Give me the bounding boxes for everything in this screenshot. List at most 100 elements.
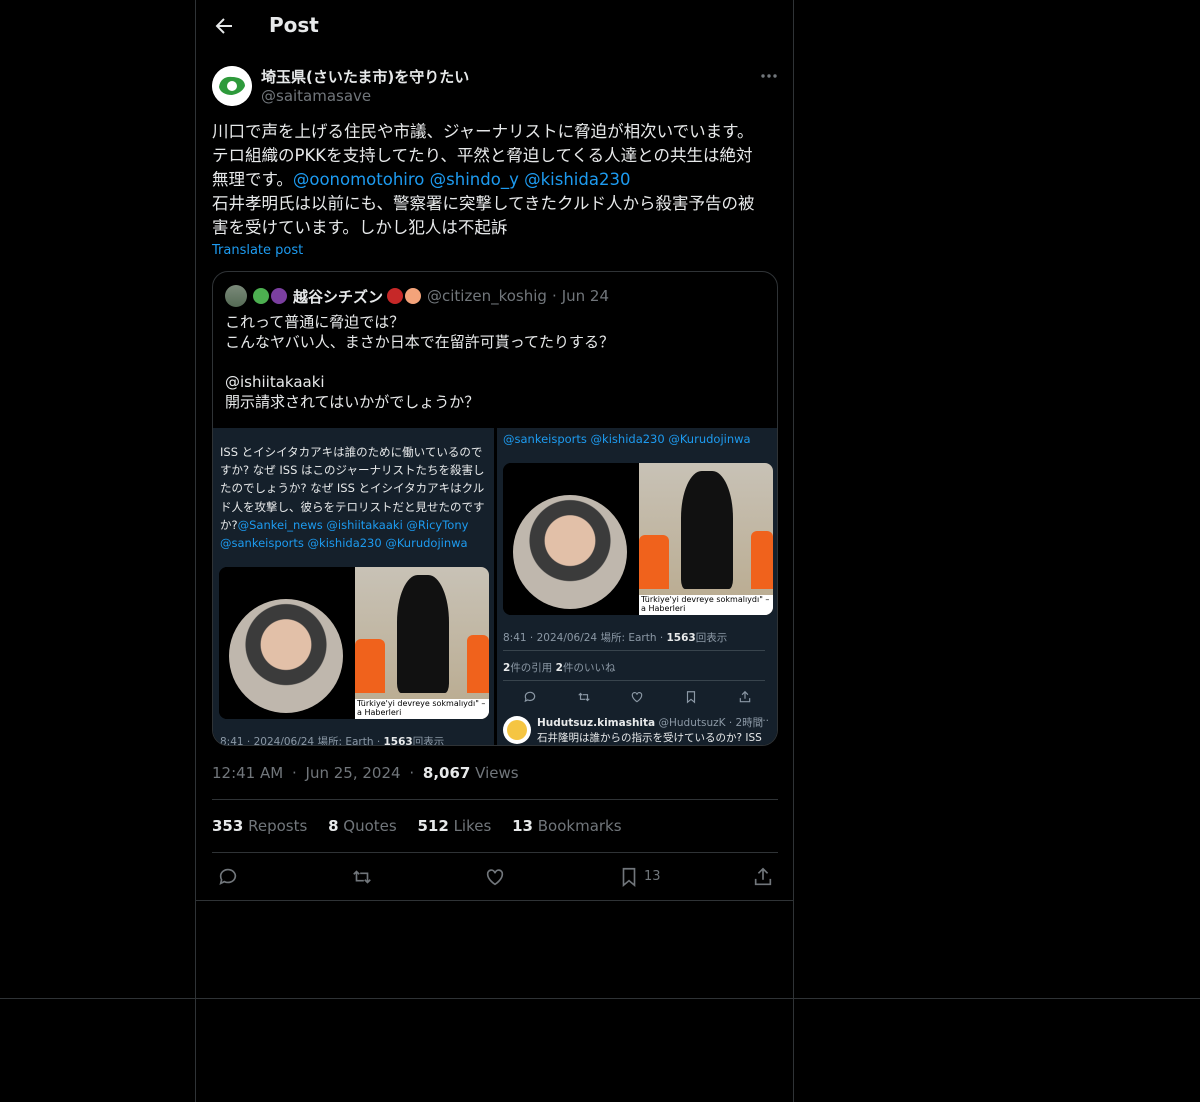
screenshot-views-label: 回表示: [412, 736, 445, 746]
photo-caption: Türkiye'yi devreye sokmalıydı" – a Haber…: [639, 595, 773, 615]
media-image-right[interactable]: @sankeisports @kishida230 @Kurudojinwa T…: [497, 428, 777, 745]
share-icon: [739, 690, 751, 703]
media-image-left[interactable]: ISS とイシイタカアキは誰のために働いているのですか? なぜ ISS はこのジ…: [213, 428, 494, 746]
reply-icon: [219, 868, 237, 885]
post-date[interactable]: Jun 25, 2024: [306, 764, 401, 782]
quoted-author-avatar[interactable]: [225, 285, 247, 307]
portrait-face: [229, 599, 343, 713]
mention-link[interactable]: @shindo_y: [430, 170, 519, 189]
figure-shape: [397, 575, 449, 693]
likes-stat[interactable]: 512 Likes: [417, 817, 491, 835]
photo-caption: Türkiye'yi devreye sokmalıydı" – a Haber…: [355, 699, 489, 719]
post-time[interactable]: 12:41 AM: [212, 764, 283, 782]
repost-icon: [353, 870, 371, 884]
screenshot-timestamp: 8:41 · 2024/06/24 場所: Earth ·: [503, 632, 667, 644]
more-options-icon: ···: [759, 715, 770, 727]
quoted-post-header: 越谷シチズン @citizen_koshig · Jun 24: [225, 285, 609, 307]
bookmark-icon: [622, 867, 636, 888]
views-count: 8,067: [422, 764, 471, 782]
reposts-count: 353: [212, 817, 244, 835]
views-label: Views: [475, 764, 519, 782]
cherries-emoji-icon: [387, 288, 404, 304]
screenshot-engagement: 2件の引用 2件のいいね: [503, 660, 615, 675]
separator: ·: [409, 764, 415, 782]
post-stats: 353 Reposts 8 Quotes 512 Likes 13 Bookma…: [212, 817, 638, 835]
quotes-stat[interactable]: 8 Quotes: [328, 817, 397, 835]
pleading-emoji-icon: [507, 720, 527, 740]
desert-photo: Türkiye'yi devreye sokmalıydı" – a Haber…: [355, 567, 489, 719]
screenshot-photo-pair: Türkiye'yi devreye sokmalıydı" – a Haber…: [503, 463, 773, 615]
screenshot-likes-label: 件のいいね: [562, 662, 616, 674]
screenshot-photo-pair: Türkiye'yi devreye sokmalıydı" – a Haber…: [219, 567, 489, 719]
share-button[interactable]: [752, 866, 774, 888]
likes-count: 512: [417, 817, 449, 835]
post-line: 石井孝明氏は以前にも、警察署に突撃してきたクルド人から殺害予告の被: [212, 194, 755, 213]
quoted-author-name[interactable]: 越谷シチズン: [293, 286, 383, 307]
more-options-icon[interactable]: [759, 66, 779, 86]
figure-shape: [639, 535, 669, 589]
screenshot-footer: 8:41 · 2024/06/24 場所: Earth · 1563回表示: [503, 630, 727, 645]
separator: ·: [551, 287, 557, 305]
figure-shape: [751, 531, 773, 589]
quoted-post[interactable]: 越谷シチズン @citizen_koshig · Jun 24 これって普通に脅…: [212, 271, 778, 746]
divider: [212, 799, 778, 800]
screenshot-footer: 8:41 · 2024/06/24 場所: Earth · 1563回表示: [220, 734, 445, 746]
screenshot-views: 1563: [383, 736, 413, 746]
post-meta: 12:41 AM · Jun 25, 2024 · 8,067 Views: [212, 764, 519, 782]
page-title: Post: [269, 13, 319, 37]
reposts-label: Reposts: [248, 817, 308, 835]
reply-author-name: Hudutsuz.kimashita: [537, 717, 656, 729]
reposts-stat[interactable]: 353 Reposts: [212, 817, 307, 835]
translate-post-link[interactable]: Translate post: [212, 243, 303, 258]
bookmarks-stat[interactable]: 13 Bookmarks: [512, 817, 621, 835]
like-button[interactable]: [484, 866, 506, 888]
repost-button[interactable]: [351, 866, 373, 888]
post-line: 無理です。@oonomotohiro @shindo_y @kishida230: [212, 168, 778, 192]
quotes-count: 8: [328, 817, 339, 835]
post-line: 川口で声を上げる住民や市議、ジャーナリストに脅迫が相次いでいます。: [212, 122, 754, 141]
reply-author-avatar: [503, 716, 531, 744]
divider: [503, 650, 765, 651]
quoted-media[interactable]: ISS とイシイタカアキは誰のために働いているのですか? なぜ ISS はこのジ…: [213, 428, 777, 746]
author-handle[interactable]: @saitamasave: [261, 87, 371, 105]
bookmark-count: 13: [644, 869, 661, 884]
timeline-column: Post 埼玉県(さいたま市)を守りたい @saitamasave 川口で声を上…: [195, 0, 794, 1102]
desert-photo: Türkiye'yi devreye sokmalıydı" – a Haber…: [639, 463, 773, 615]
portrait-photo: [219, 567, 353, 719]
separator: ·: [291, 764, 297, 782]
like-icon: [631, 692, 643, 703]
quoted-post-date: Jun 24: [561, 287, 610, 305]
quoted-author-handle: @citizen_koshig: [427, 287, 547, 305]
screenshot-views-label: 回表示: [695, 632, 728, 644]
quotes-label: Quotes: [343, 817, 397, 835]
figure-shape: [681, 471, 733, 589]
like-icon: [486, 869, 504, 886]
reply-text: 石井隆明は誰からの指示を受けているのか? ISS: [537, 732, 762, 744]
screenshot-text: ISS とイシイタカアキは誰のために働いているのですか? なぜ ISS はこのジ…: [220, 443, 490, 552]
author-avatar[interactable]: [212, 66, 252, 106]
bookmark-button[interactable]: [618, 866, 640, 888]
mention-link[interactable]: @oonomotohiro: [293, 170, 425, 189]
peach-emoji-icon: [405, 288, 422, 304]
post-line: テロ組織のPKKを支持してたり、平然と脅迫してくる人達との共生は絶対: [212, 146, 753, 165]
quoted-post-text: これって普通に脅迫では？ こんなヤバい人、まさか日本で在留許可貰ってたりする？ …: [225, 313, 614, 411]
figure-shape: [467, 635, 489, 693]
screenshot-views: 1563: [666, 632, 696, 644]
divider: [0, 998, 1200, 999]
reply-button[interactable]: [217, 866, 239, 888]
repost-icon: [578, 692, 590, 702]
screenshot-timestamp: 8:41 · 2024/06/24 場所: Earth ·: [220, 736, 384, 746]
grapes-emoji-icon: [271, 288, 287, 304]
post-line: 害を受けています。しかし犯人は不起訴: [212, 218, 508, 237]
reply-header: Hudutsuz.kimashita @HudutsuzK · 2時間: [537, 715, 763, 730]
author-name[interactable]: 埼玉県(さいたま市)を守りたい: [261, 66, 469, 87]
mention-link[interactable]: @kishida230: [524, 170, 630, 189]
bookmark-icon: [686, 691, 696, 704]
divider: [503, 680, 765, 681]
back-arrow-icon[interactable]: [212, 14, 236, 38]
screenshot-quotes-label: 件の引用: [510, 662, 553, 674]
figure-shape: [355, 639, 385, 693]
post-text: 川口で声を上げる住民や市議、ジャーナリストに脅迫が相次いでいます。 テロ組織のP…: [212, 120, 778, 240]
screenshot-likes-count: 2: [555, 662, 563, 674]
portrait-photo: [503, 463, 637, 615]
